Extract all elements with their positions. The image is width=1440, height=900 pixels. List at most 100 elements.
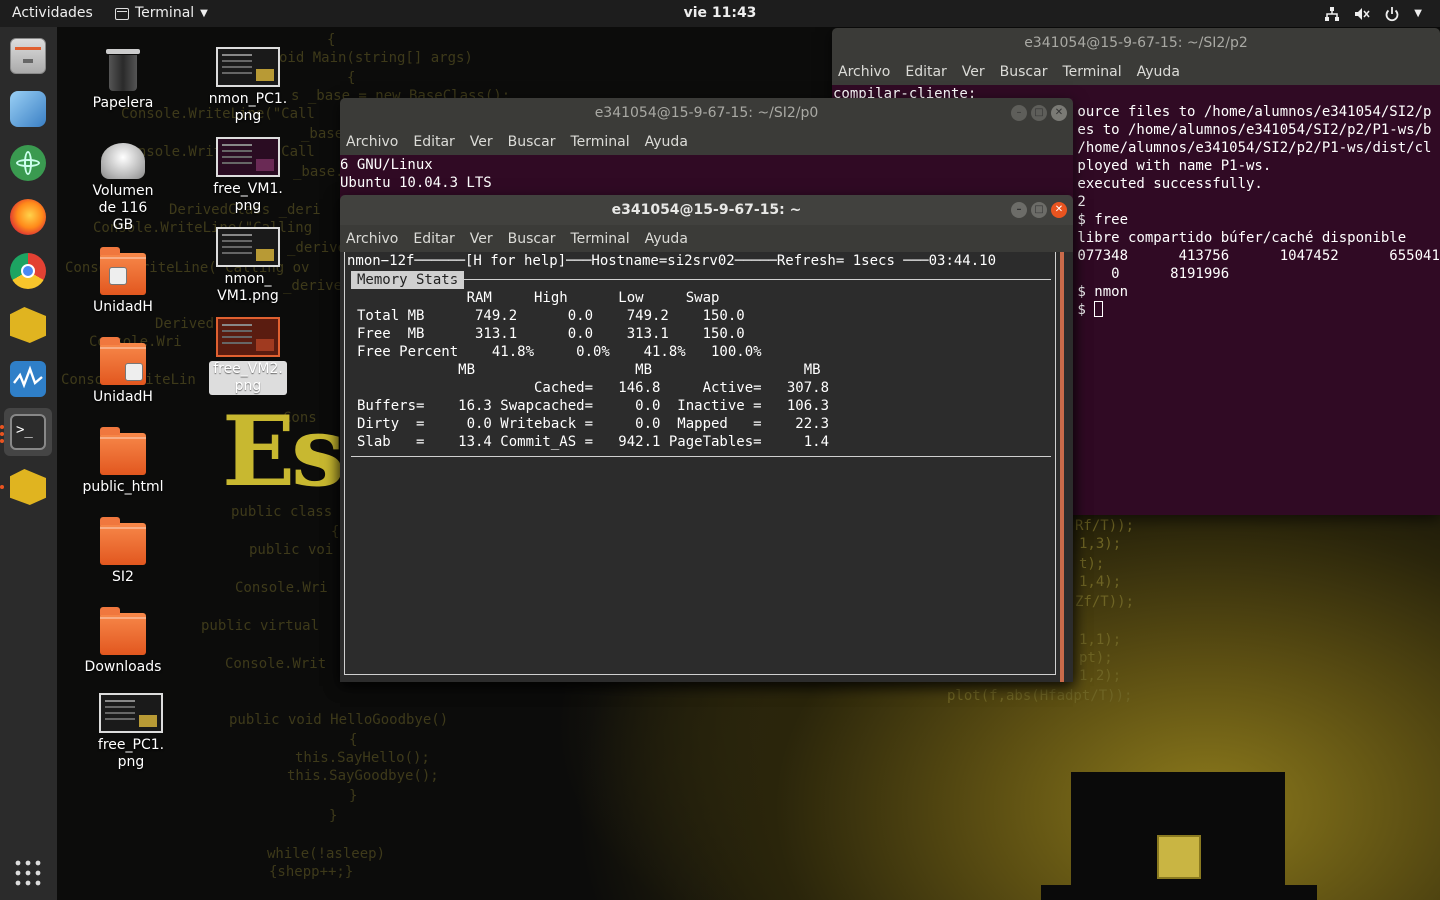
menu-archivo[interactable]: Archivo xyxy=(838,64,890,80)
terminal-output[interactable]: nmon−12f──────[H for help]───Hostname=si… xyxy=(340,252,1073,682)
volume-muted-icon xyxy=(1355,7,1370,20)
power-icon xyxy=(1385,6,1399,21)
menu-ayuda[interactable]: Ayuda xyxy=(1137,64,1180,80)
desktop-icon-label: free_VM1. png xyxy=(213,181,283,214)
desktop-icon-label: UnidadH xyxy=(93,389,153,405)
menu-editar[interactable]: Editar xyxy=(905,64,946,80)
desktop-icon-label: free_VM2. png xyxy=(209,361,287,395)
desktop-icon-unidadh-1[interactable]: UnidadH xyxy=(73,247,173,316)
window-title: e341054@15-9-67-15: ~/SI2/p2 xyxy=(1024,35,1248,51)
wallpaper-code: 1,2); xyxy=(1079,668,1122,684)
wallpaper-code: } xyxy=(349,788,358,804)
wallpaper-code: Zf/T)); xyxy=(1075,594,1135,610)
wallpaper-code: {shepp++;} xyxy=(269,864,354,880)
menu-ayuda[interactable]: Ayuda xyxy=(645,134,688,150)
maximize-button[interactable]: □ xyxy=(1031,202,1047,218)
terminal-icon xyxy=(115,7,129,20)
dock-system-monitor[interactable] xyxy=(4,355,52,403)
window-titlebar[interactable]: e341054@15-9-67-15: ~/SI2/p0 – □ ✕ xyxy=(340,98,1073,128)
activities-button[interactable]: Actividades xyxy=(12,0,93,27)
clock[interactable]: vie 11:43 xyxy=(684,5,757,21)
desktop-icon-trash[interactable]: Papelera xyxy=(73,47,173,112)
nmon-section-label: Memory Stats xyxy=(351,271,465,289)
menu-archivo[interactable]: Archivo xyxy=(346,231,398,247)
wallpaper-code: _base. xyxy=(293,164,344,180)
terminal-window-home[interactable]: e341054@15-9-67-15: ~ – □ ✕ Archivo Edit… xyxy=(340,195,1073,682)
menu-editar[interactable]: Editar xyxy=(413,231,454,247)
menu-buscar[interactable]: Buscar xyxy=(1000,64,1048,80)
menu-ayuda[interactable]: Ayuda xyxy=(645,231,688,247)
nmon-row: Dirty = 0.0 Writeback = 0.0 Mapped = 22.… xyxy=(357,416,830,432)
desktop-icon-label: nmon_ VM1.png xyxy=(217,271,279,304)
menubar: Archivo Editar Ver Buscar Terminal Ayuda xyxy=(340,128,1073,155)
minimize-button[interactable]: – xyxy=(1011,202,1027,218)
close-button[interactable]: ✕ xyxy=(1051,105,1067,121)
wallpaper-code: 1,4); xyxy=(1079,574,1122,590)
menu-ver[interactable]: Ver xyxy=(470,231,493,247)
menu-buscar[interactable]: Buscar xyxy=(508,231,556,247)
window-titlebar[interactable]: e341054@15-9-67-15: ~ – □ ✕ xyxy=(340,195,1073,225)
show-applications-button[interactable] xyxy=(4,849,52,897)
menu-terminal[interactable]: Terminal xyxy=(1062,64,1121,80)
scrollbar[interactable] xyxy=(1060,252,1073,682)
menu-terminal[interactable]: Terminal xyxy=(570,231,629,247)
maximize-button[interactable]: □ xyxy=(1031,105,1047,121)
network-icon xyxy=(1325,6,1340,21)
dock-vm[interactable] xyxy=(4,301,52,349)
menu-editar[interactable]: Editar xyxy=(413,134,454,150)
dock-files[interactable] xyxy=(4,32,52,80)
desktop-icon-free-vm1[interactable]: free_VM1. png xyxy=(198,137,298,215)
dock-3d-app[interactable] xyxy=(4,85,52,133)
wallpaper-code: public voi xyxy=(249,542,334,558)
window-titlebar[interactable]: e341054@15-9-67-15: ~/SI2/p2 xyxy=(832,28,1440,58)
desktop-icon-label: nmon_PC1. png xyxy=(208,91,288,124)
wallpaper-code: Console.Wri xyxy=(235,580,328,596)
vm-icon-2 xyxy=(10,469,46,505)
desktop-icon-nmon-pc1[interactable]: nmon_PC1. png xyxy=(198,47,298,125)
dock-chrome[interactable] xyxy=(4,247,52,295)
desktop-icon-unidadh-2[interactable]: UnidadH xyxy=(73,337,173,406)
minimize-button[interactable]: – xyxy=(1011,105,1027,121)
running-indicator xyxy=(0,425,4,429)
menu-ver[interactable]: Ver xyxy=(470,134,493,150)
trash-icon xyxy=(106,47,140,91)
wallpaper-shape xyxy=(1157,835,1201,879)
close-button[interactable]: ✕ xyxy=(1051,202,1067,218)
wallpaper-code: pt); xyxy=(1079,650,1113,666)
desktop-icon-free-pc1[interactable]: free_PC1. png xyxy=(81,693,181,771)
divider xyxy=(445,279,1051,280)
dock-vm-2[interactable] xyxy=(4,463,52,511)
desktop-icon-volume[interactable]: Volumen de 116 GB xyxy=(73,143,173,234)
terminal-line: Ubuntu 10.04.3 LTS xyxy=(340,175,492,191)
wallpaper-code: 1,3); xyxy=(1079,536,1122,552)
desktop-icon-nmon-vm1[interactable]: nmon_ VM1.png xyxy=(198,227,298,305)
nmon-row: Buffers= 16.3 Swapcached= 0.0 Inactive =… xyxy=(357,398,830,414)
dock-terminal[interactable]: >_ xyxy=(4,408,52,456)
system-status-menu[interactable]: ▼ xyxy=(1324,0,1422,27)
wallpaper-code: { xyxy=(331,524,340,540)
menu-ver[interactable]: Ver xyxy=(962,64,985,80)
wallpaper-code: t); xyxy=(1079,556,1105,572)
desktop-icon-public-html[interactable]: public_html xyxy=(73,427,173,496)
menu-archivo[interactable]: Archivo xyxy=(346,134,398,150)
app-menu-button[interactable]: Terminal ▼ xyxy=(115,0,208,27)
folder-icon xyxy=(73,517,173,565)
desktop-icon-downloads[interactable]: Downloads xyxy=(73,607,173,676)
dock-atom[interactable] xyxy=(4,139,52,187)
drive-icon xyxy=(101,143,145,179)
wallpaper-code: this.SayGoodbye(); xyxy=(287,768,439,784)
wallpaper-code: oid Main(string[] args) xyxy=(279,50,473,66)
wallpaper-code: } xyxy=(329,808,338,824)
desktop-icon-free-vm2[interactable]: free_VM2. png xyxy=(198,317,298,395)
network-folder-icon xyxy=(73,337,173,385)
menu-buscar[interactable]: Buscar xyxy=(508,134,556,150)
text-cursor xyxy=(1094,301,1104,317)
nmon-row: RAM High Low Swap xyxy=(357,290,720,306)
dock-firefox[interactable] xyxy=(4,193,52,241)
desktop-icon-label: public_html xyxy=(82,479,164,495)
menu-terminal[interactable]: Terminal xyxy=(570,134,629,150)
atom-icon xyxy=(10,145,46,181)
nmon-row: Total MB 749.2 0.0 749.2 150.0 xyxy=(357,308,745,324)
desktop-icon-si2[interactable]: SI2 xyxy=(73,517,173,586)
app-menu-label: Terminal xyxy=(135,5,195,21)
